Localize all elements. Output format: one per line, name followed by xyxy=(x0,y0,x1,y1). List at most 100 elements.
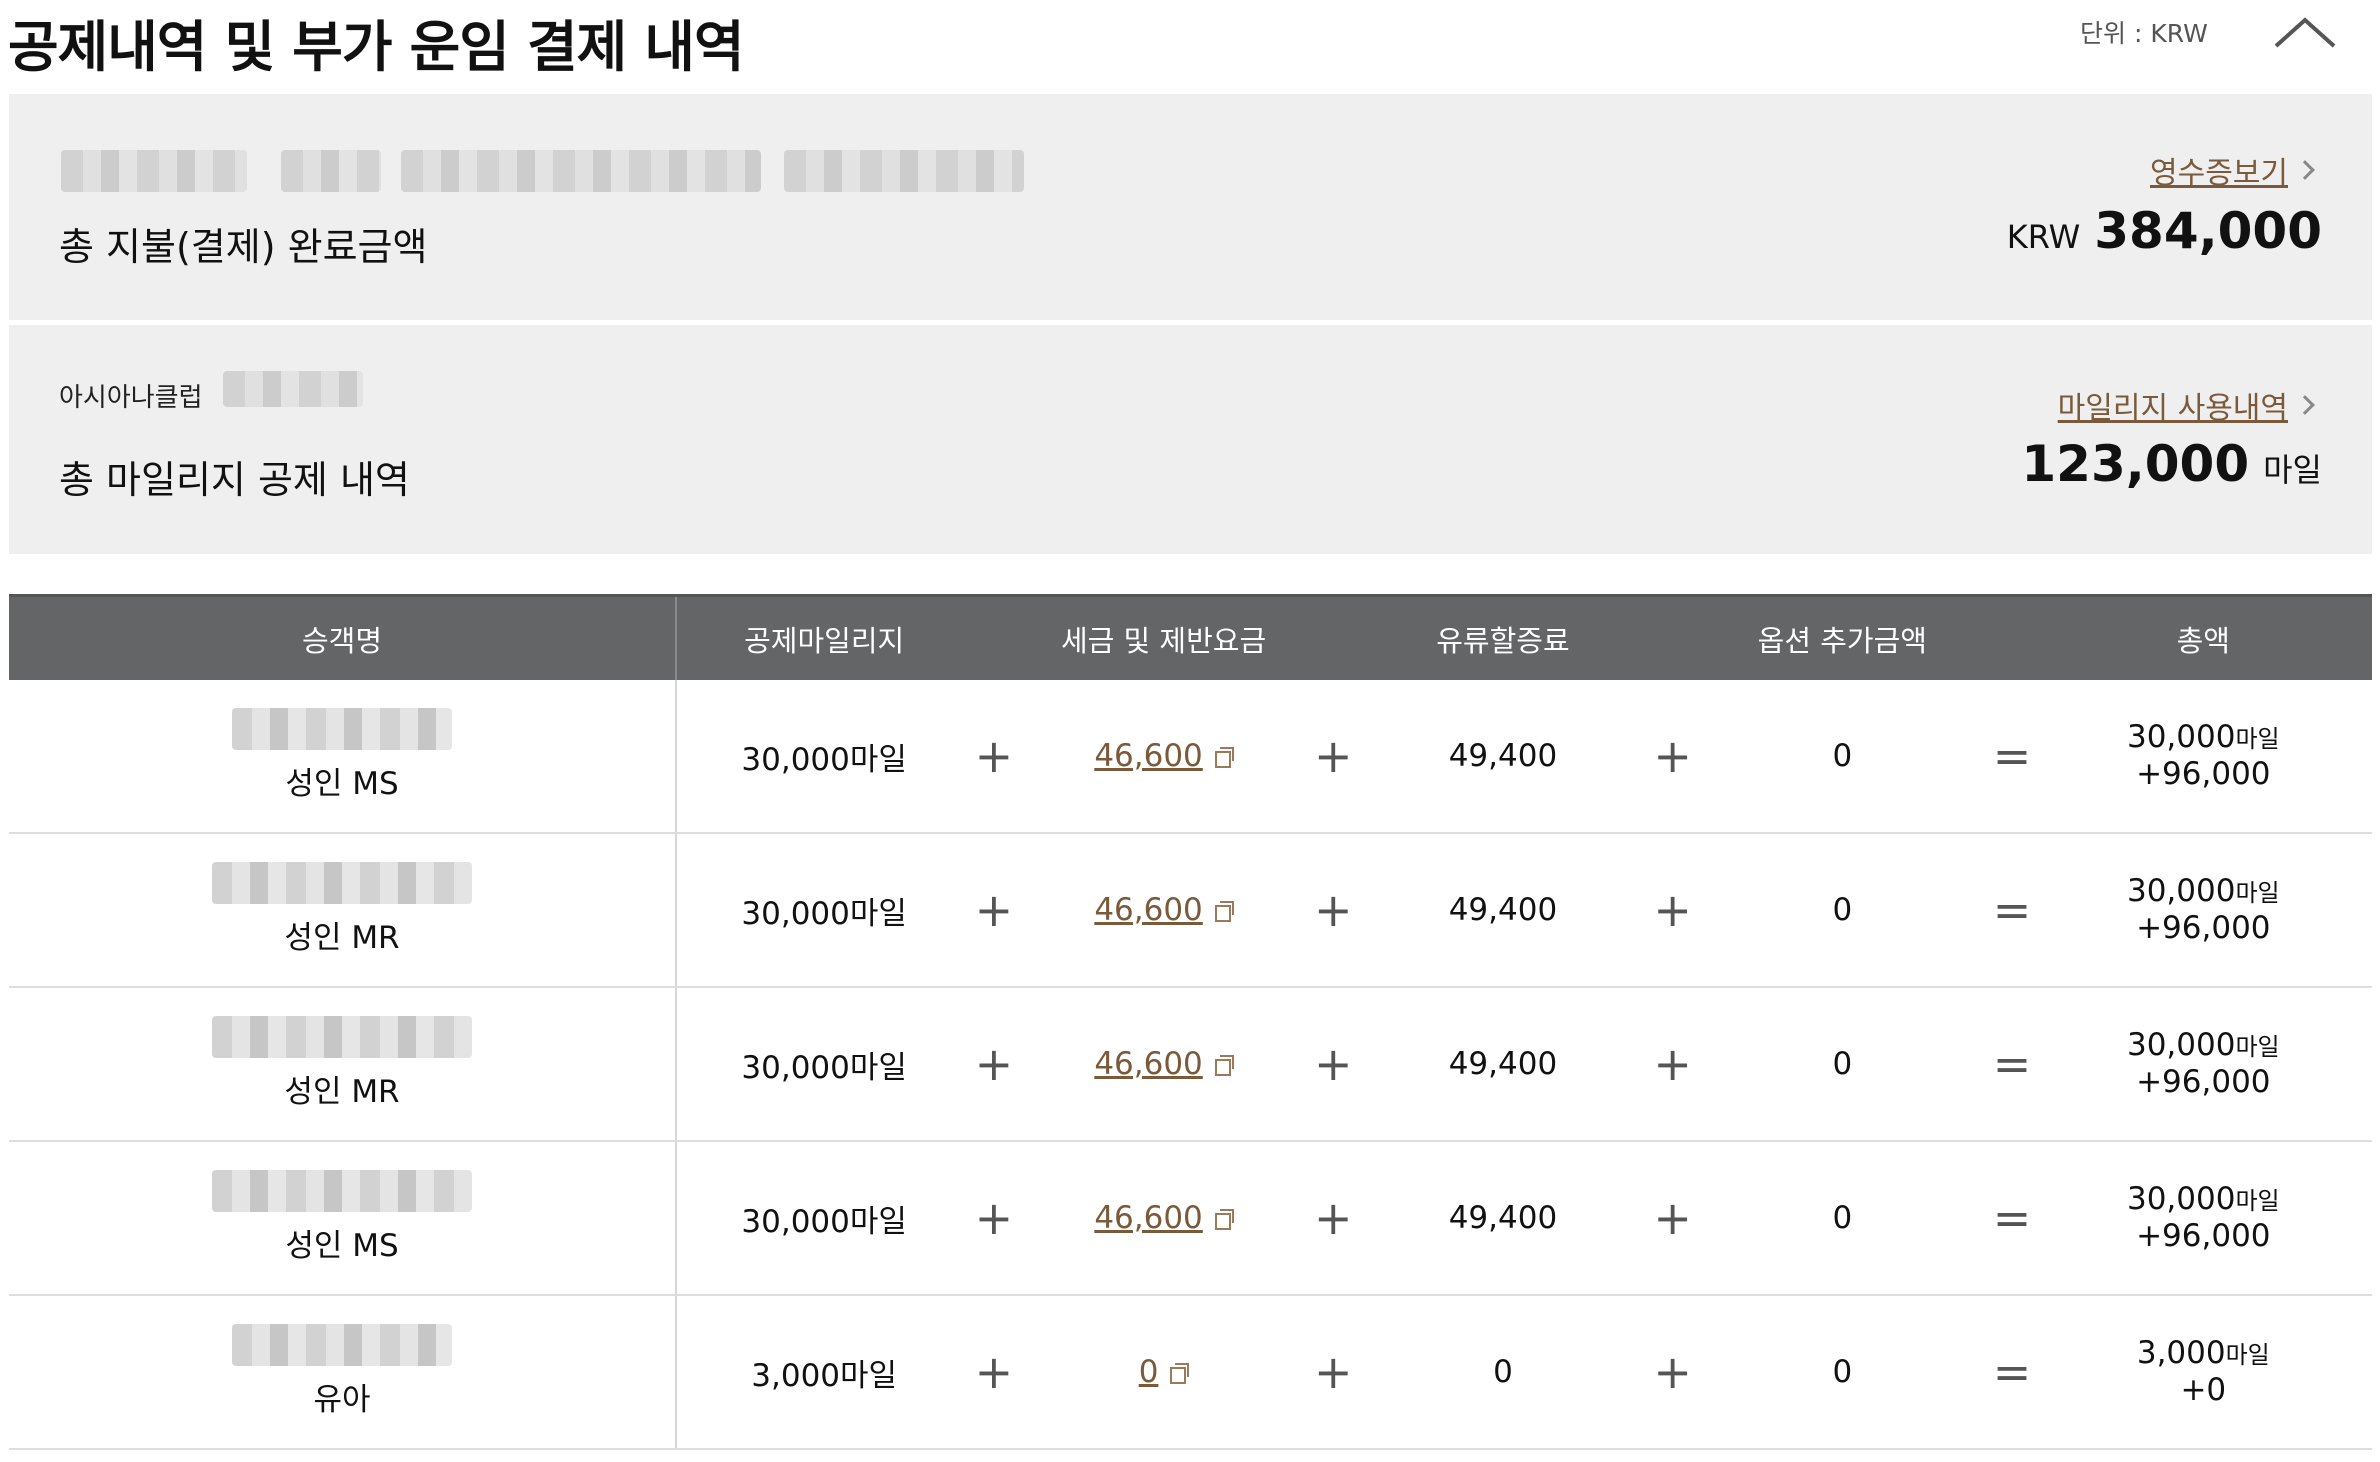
mileage-history-link-text[interactable]: 마일리지 사용내역 xyxy=(2058,383,2288,427)
miles-cell: 30,000마일 xyxy=(741,741,907,778)
mileage-amount-value: 123,000 xyxy=(2021,435,2250,493)
payment-currency: KRW xyxy=(2006,218,2081,256)
option-cell: 0 xyxy=(1832,738,1853,774)
header-total: 총액 xyxy=(2176,623,2230,658)
tax-value: 46,600 xyxy=(1094,1200,1203,1236)
tax-value: 46,600 xyxy=(1094,738,1203,774)
total-miles-unit: 마일 xyxy=(2235,878,2280,907)
header-tax: 세금 및 제반요금 xyxy=(1060,623,1267,658)
redacted-info xyxy=(401,150,761,192)
equals-icon: = xyxy=(1992,729,2032,783)
plus-icon: + xyxy=(974,1191,1014,1245)
passenger-cell: 성인 MS xyxy=(9,1142,678,1294)
option-cell: 0 xyxy=(1832,1046,1853,1082)
miles-cell: 3,000마일 xyxy=(751,1357,898,1394)
club-label: 아시아나클럽 xyxy=(59,383,203,413)
section-header: 공제내역 및 부가 운임 결제 내역 단위 : KRW xyxy=(0,0,2380,80)
mileage-summary: 아시아나클럽 총 마일리지 공제 내역 마일리지 사용내역 123,000 마일 xyxy=(9,325,2372,554)
chevron-right-icon xyxy=(2295,395,2315,415)
total-miles: 30,000 xyxy=(2126,1026,2236,1063)
header-option: 옵션 추가금액 xyxy=(1757,623,1927,658)
total-amount: +96,000 xyxy=(2136,910,2271,946)
payment-amount: KRW 384,000 xyxy=(2007,202,2322,260)
equals-icon: = xyxy=(1992,1037,2032,1091)
tax-cell: 46,600 xyxy=(1016,988,1310,1140)
redacted-name xyxy=(212,862,473,904)
payment-total-label: 총 지불(결제) 완료금액 xyxy=(59,225,428,269)
miles-cell: 30,000마일 xyxy=(741,895,907,932)
total-miles-unit: 마일 xyxy=(2235,1032,2280,1061)
copy-icon xyxy=(1214,1055,1234,1076)
payment-summary: 총 지불(결제) 완료금액 영수증보기 KRW 384,000 xyxy=(9,94,2372,320)
miles-cell: 30,000마일 xyxy=(741,1203,907,1240)
chevron-right-icon xyxy=(2295,160,2315,180)
tax-detail-link[interactable]: 46,600 xyxy=(1094,1046,1234,1082)
plus-icon: + xyxy=(974,1037,1014,1091)
fuel-cell: 49,400 xyxy=(1448,892,1558,928)
plus-icon: + xyxy=(1313,883,1353,937)
miles-cell: 30,000마일 xyxy=(741,1049,907,1086)
total-miles: 3,000 xyxy=(2136,1334,2226,1371)
passenger-type: 성인 MR xyxy=(284,1074,400,1110)
header-miles: 공제마일리지 xyxy=(744,623,905,658)
mileage-history-link[interactable]: 마일리지 사용내역 xyxy=(2058,383,2315,427)
option-cell: 0 xyxy=(1832,892,1853,928)
plus-icon: + xyxy=(1313,1037,1353,1091)
total-cell: 3,000마일 +0 xyxy=(2035,1296,2372,1448)
table-row: 성인 MR 30,000마일 + 46,600 + 49,400 + 0 = 3… xyxy=(9,988,2372,1142)
header-fuel: 유류할증료 xyxy=(1436,623,1570,658)
collapse-button[interactable] xyxy=(2270,10,2340,54)
redacted-info xyxy=(281,150,381,192)
passenger-cell: 성인 MS xyxy=(9,680,678,832)
fuel-cell: 49,400 xyxy=(1448,1200,1558,1236)
tax-detail-link[interactable]: 46,600 xyxy=(1094,892,1234,928)
option-cell: 0 xyxy=(1832,1200,1853,1236)
receipt-link[interactable]: 영수증보기 xyxy=(2150,148,2315,192)
tax-cell: 46,600 xyxy=(1016,1142,1310,1294)
plus-icon: + xyxy=(1653,1191,1692,1245)
total-miles: 30,000 xyxy=(2126,1180,2236,1217)
page-title: 공제내역 및 부가 운임 결제 내역 xyxy=(8,15,745,79)
total-cell: 30,000마일 +96,000 xyxy=(2035,680,2372,832)
passenger-type: 성인 MR xyxy=(284,920,400,956)
tax-detail-link[interactable]: 46,600 xyxy=(1094,738,1234,774)
copy-icon xyxy=(1170,1363,1190,1384)
redacted-info xyxy=(784,150,1024,192)
passenger-type: 성인 MS xyxy=(285,766,399,802)
table-row: 성인 MR 30,000마일 + 46,600 + 49,400 + 0 = 3… xyxy=(9,834,2372,988)
redacted-info xyxy=(61,150,247,192)
total-miles: 30,000 xyxy=(2126,872,2236,909)
tax-value: 46,600 xyxy=(1094,1046,1203,1082)
plus-icon: + xyxy=(1653,1345,1692,1399)
plus-icon: + xyxy=(1653,883,1692,937)
total-miles-unit: 마일 xyxy=(2235,1186,2280,1215)
plus-icon: + xyxy=(974,883,1014,937)
tax-detail-link[interactable]: 46,600 xyxy=(1094,1200,1234,1236)
deduction-table: 승객명 공제마일리지 세금 및 제반요금 유류할증료 옵션 추가금액 총액 성인… xyxy=(9,594,2372,1450)
total-amount: +96,000 xyxy=(2136,1218,2271,1254)
tax-detail-link[interactable]: 0 xyxy=(1138,1354,1190,1390)
total-amount: +0 xyxy=(2180,1372,2227,1408)
header-passenger: 승객명 xyxy=(9,597,678,680)
table-row: 성인 MS 30,000마일 + 46,600 + 49,400 + 0 = 3… xyxy=(9,1142,2372,1296)
total-cell: 30,000마일 +96,000 xyxy=(2035,988,2372,1140)
plus-icon: + xyxy=(1313,1345,1353,1399)
tax-value: 46,600 xyxy=(1094,892,1203,928)
equals-icon: = xyxy=(1992,1345,2032,1399)
table-header: 승객명 공제마일리지 세금 및 제반요금 유류할증료 옵션 추가금액 총액 xyxy=(9,594,2372,680)
total-amount: +96,000 xyxy=(2136,1064,2271,1100)
passenger-cell: 유아 xyxy=(9,1296,678,1448)
chevron-up-icon xyxy=(2274,17,2336,48)
equals-icon: = xyxy=(1992,1191,2032,1245)
receipt-link-text[interactable]: 영수증보기 xyxy=(2150,148,2288,192)
unit-label: 단위 : KRW xyxy=(2080,19,2208,48)
tax-value: 0 xyxy=(1138,1354,1159,1390)
passenger-type: 성인 MS xyxy=(285,1228,399,1264)
total-miles-unit: 마일 xyxy=(2235,724,2280,753)
redacted-name xyxy=(212,1016,473,1058)
plus-icon: + xyxy=(1313,729,1353,783)
copy-icon xyxy=(1214,1209,1234,1230)
copy-icon xyxy=(1214,901,1234,922)
fuel-cell: 0 xyxy=(1493,1354,1513,1390)
table-row: 성인 MS 30,000마일 + 46,600 + 49,400 + 0 = 3… xyxy=(9,680,2372,834)
